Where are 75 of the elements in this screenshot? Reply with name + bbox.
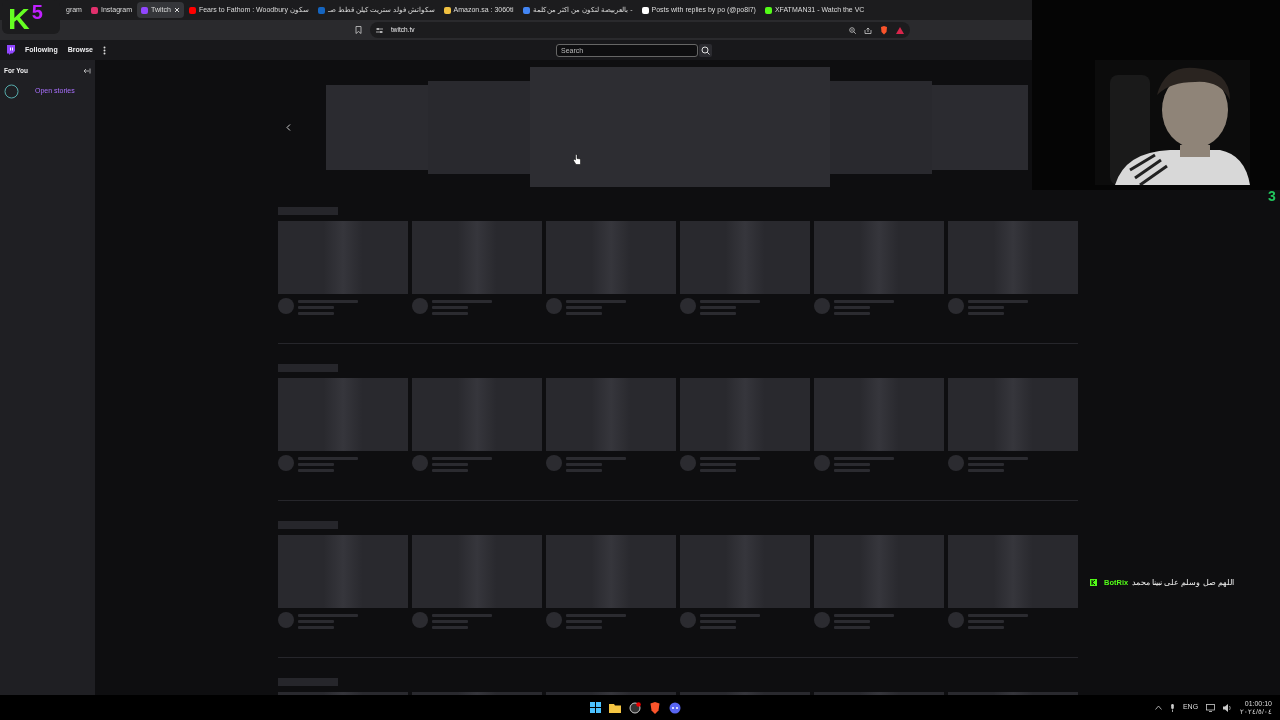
avatar-placeholder xyxy=(814,612,830,628)
tab-favicon-icon xyxy=(764,6,772,14)
search-icon[interactable] xyxy=(698,43,712,57)
logo-icon[interactable] xyxy=(6,45,15,55)
avatar-placeholder xyxy=(412,298,428,314)
text-placeholder xyxy=(968,455,1028,475)
app-icon[interactable] xyxy=(629,701,641,714)
text-placeholder xyxy=(968,298,1028,318)
avatar-placeholder xyxy=(680,612,696,628)
cursor-icon xyxy=(573,154,581,165)
text-placeholder xyxy=(432,298,492,318)
avatar-placeholder xyxy=(948,612,964,628)
avatar-placeholder xyxy=(680,298,696,314)
settings-icon[interactable] xyxy=(376,26,383,34)
text-placeholder xyxy=(700,455,760,475)
close-icon[interactable] xyxy=(173,7,180,13)
logo-letter: K xyxy=(8,4,30,34)
tab-favicon-icon xyxy=(443,6,451,14)
heading-placeholder xyxy=(278,521,338,529)
collapse-icon[interactable] xyxy=(83,67,91,74)
badge-icon xyxy=(1090,579,1097,587)
avatar-placeholder xyxy=(278,455,294,471)
heading-placeholder xyxy=(278,207,338,215)
text-placeholder xyxy=(834,455,894,475)
avatar-placeholder xyxy=(546,298,562,314)
avatar-placeholder xyxy=(680,455,696,471)
avatar-placeholder xyxy=(412,455,428,471)
chevron-left-icon[interactable] xyxy=(286,123,291,131)
text-placeholder xyxy=(298,612,358,632)
bookmark-icon[interactable] xyxy=(355,26,362,34)
tab-favicon-icon xyxy=(641,6,649,14)
story-ring-icon[interactable] xyxy=(4,83,19,99)
avatar-placeholder xyxy=(814,298,830,314)
avatar-placeholder xyxy=(546,612,562,628)
tab-favicon-icon xyxy=(522,6,530,14)
folder-icon[interactable] xyxy=(609,702,621,713)
text-placeholder xyxy=(834,612,894,632)
share-icon[interactable] xyxy=(864,26,872,34)
avatar-placeholder xyxy=(278,298,294,314)
tab-favicon-icon xyxy=(141,6,149,14)
windows-icon[interactable] xyxy=(590,702,601,713)
text-placeholder xyxy=(700,612,760,632)
avatar-placeholder xyxy=(546,455,562,471)
triangle-icon[interactable] xyxy=(896,26,904,34)
tab-favicon-icon xyxy=(90,6,98,14)
speaker-icon[interactable] xyxy=(1223,703,1233,712)
chevron-up-icon[interactable] xyxy=(1154,705,1162,710)
overlay-digit: 3 xyxy=(1268,187,1276,206)
text-placeholder xyxy=(298,298,358,318)
avatar-placeholder xyxy=(412,612,428,628)
heading-placeholder xyxy=(278,678,338,686)
avatar-placeholder xyxy=(948,298,964,314)
avatar-placeholder xyxy=(814,455,830,471)
tab-favicon-icon xyxy=(188,6,196,14)
heading-placeholder xyxy=(278,364,338,372)
shield-icon[interactable] xyxy=(649,701,661,714)
text-placeholder xyxy=(566,455,626,475)
text-placeholder xyxy=(968,612,1028,632)
text-placeholder xyxy=(298,455,358,475)
text-placeholder xyxy=(834,298,894,318)
text-placeholder xyxy=(566,298,626,318)
avatar-placeholder xyxy=(948,455,964,471)
logo-digit: 5 xyxy=(31,0,43,24)
avatar-placeholder xyxy=(278,612,294,628)
chat-app-icon[interactable] xyxy=(669,701,681,714)
text-placeholder xyxy=(700,298,760,318)
tab-favicon-icon xyxy=(317,6,325,14)
zoom-out-icon[interactable] xyxy=(849,26,856,34)
more-icon[interactable] xyxy=(102,45,106,55)
network-icon[interactable] xyxy=(1206,703,1216,712)
microphone-icon[interactable] xyxy=(1169,703,1175,712)
text-placeholder xyxy=(566,612,626,632)
text-placeholder xyxy=(432,455,492,475)
text-placeholder xyxy=(432,612,492,632)
shield-icon[interactable] xyxy=(880,25,888,35)
